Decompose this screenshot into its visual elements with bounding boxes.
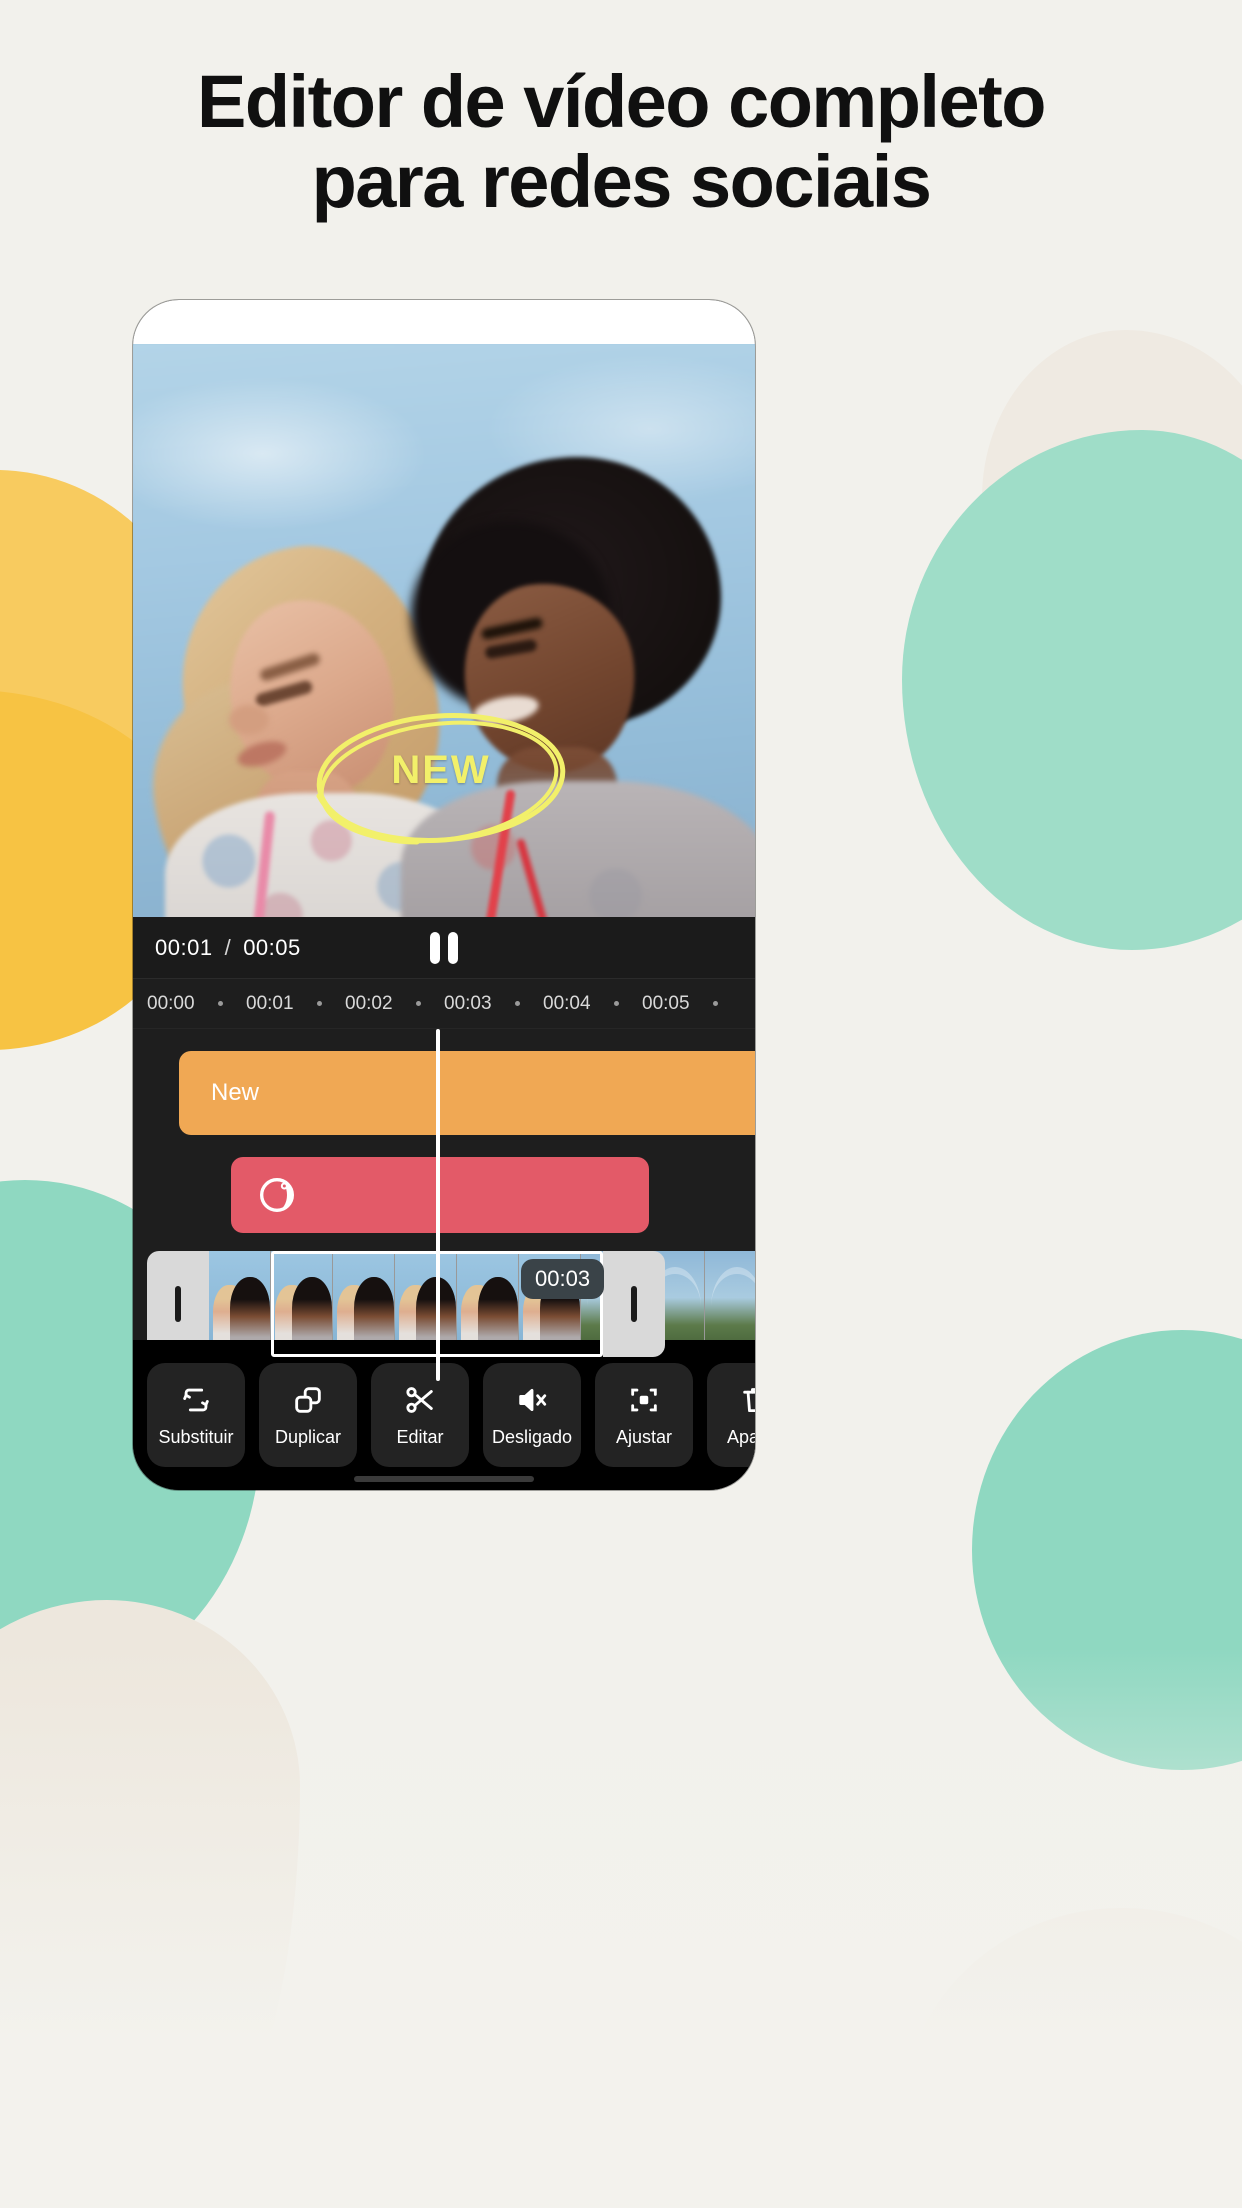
ruler-tick: 00:04 <box>543 992 591 1014</box>
dot-icon <box>415 1001 421 1006</box>
time-badge: 00:03 <box>521 1259 605 1299</box>
duplicate-icon <box>295 1386 321 1413</box>
tool-label: Duplicar <box>274 1426 342 1447</box>
page-title: Editor de vídeo completo para redes soci… <box>197 60 1047 223</box>
playhead-indicator[interactable] <box>436 1029 440 1381</box>
replace-icon <box>183 1388 209 1411</box>
moon-effect-icon <box>260 1178 294 1212</box>
tool-substituir[interactable]: Substituir <box>147 1363 245 1467</box>
dot-icon <box>217 1001 223 1006</box>
effect-clip[interactable] <box>231 1157 649 1233</box>
mute-icon <box>519 1388 547 1411</box>
text-clip[interactable]: New <box>179 1051 755 1135</box>
dot-icon <box>712 1001 718 1006</box>
tool-label: Desligado <box>491 1426 573 1447</box>
new-annotation[interactable]: NEW <box>305 692 577 862</box>
tool-label: Ajustar <box>615 1426 673 1447</box>
tool-ajustar[interactable]: Ajustar <box>595 1363 693 1467</box>
tool-duplicar[interactable]: Duplicar <box>259 1363 357 1467</box>
editor-toolbar: Substituir Duplicar Editar Desligado Aju… <box>133 1340 755 1490</box>
tool-apagar[interactable]: Apagar <box>707 1363 755 1467</box>
home-indicator <box>354 1476 534 1482</box>
timeline: 00:00 00:01 00:02 00:03 00:04 00:05 New … <box>133 979 755 1381</box>
tool-label: Apagar <box>726 1426 755 1447</box>
trash-icon <box>743 1387 755 1412</box>
timeline-tracks: New 00:03 <box>133 1029 755 1381</box>
pause-icon[interactable] <box>430 931 458 964</box>
tool-label: Editar <box>396 1426 444 1447</box>
total-time: 00:05 <box>243 934 301 960</box>
playback-bar: 00:01 / 00:05 <box>133 917 755 979</box>
decorative-blob-mint-right <box>902 430 1242 950</box>
ruler-tick: 00:02 <box>345 992 393 1014</box>
ruler-tick: 00:03 <box>444 992 492 1014</box>
tool-desligado[interactable]: Desligado <box>483 1363 581 1467</box>
current-time: 00:01 <box>155 934 213 960</box>
screenshot-root: Editor de vídeo completo para redes soci… <box>0 0 1242 2208</box>
dot-icon <box>613 1001 619 1006</box>
text-clip-label: New <box>211 1079 260 1106</box>
ruler-tick: 00:01 <box>246 992 294 1014</box>
tool-label: Substituir <box>158 1426 234 1447</box>
tool-editar[interactable]: Editar <box>371 1363 469 1467</box>
dot-icon <box>316 1001 322 1006</box>
video-preview[interactable]: NEW <box>133 344 755 917</box>
ruler-tick: 00:05 <box>642 992 690 1014</box>
annotation-label: NEW <box>391 748 491 792</box>
decorative-bottom-wash <box>0 1648 1242 2208</box>
timeline-ruler[interactable]: 00:00 00:01 00:02 00:03 00:04 00:05 <box>133 979 755 1029</box>
phone-mockup: NEW 00:01 / 00:05 00:00 00:01 00:02 00:0… <box>133 300 755 1490</box>
scissors-icon <box>406 1386 433 1413</box>
playback-times: 00:01 / 00:05 <box>155 935 301 961</box>
phone-screen: NEW 00:01 / 00:05 00:00 00:01 00:02 00:0… <box>133 300 755 1490</box>
trim-handle-right[interactable] <box>603 1251 665 1357</box>
dot-icon <box>514 1001 520 1006</box>
ruler-tick: 00:00 <box>147 992 195 1014</box>
app-screen: NEW 00:01 / 00:05 00:00 00:01 00:02 00:0… <box>133 344 755 1490</box>
crop-icon <box>631 1388 657 1411</box>
time-separator: / <box>224 934 232 960</box>
